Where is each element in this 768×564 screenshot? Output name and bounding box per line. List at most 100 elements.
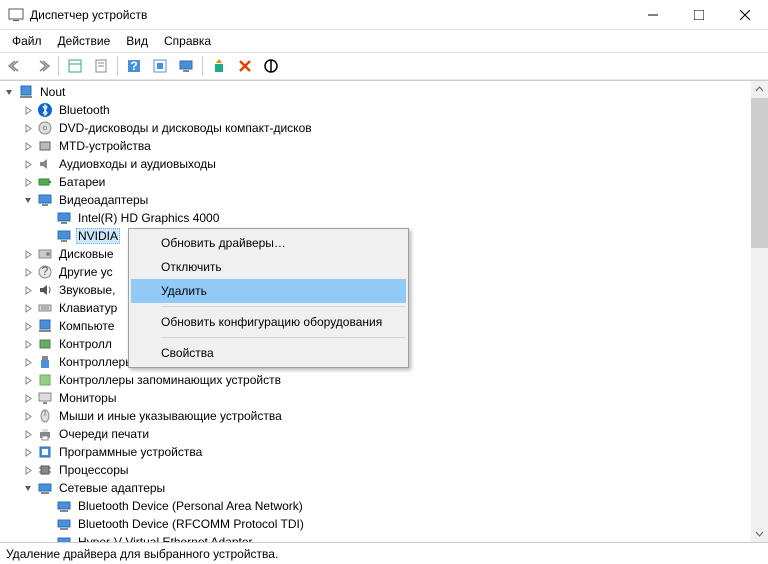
cpu-icon	[37, 462, 53, 478]
help-button[interactable]: ?	[122, 54, 146, 78]
menu-help[interactable]: Справка	[156, 32, 219, 50]
network-icon	[56, 498, 72, 514]
show-hide-tree-button[interactable]	[63, 54, 87, 78]
tree-item-label: Hyper-V Virtual Ethernet Adapter	[76, 535, 255, 542]
tree-item[interactable]: Bluetooth Device (RFCOMM Protocol TDI)	[0, 515, 768, 533]
expand-icon[interactable]	[4, 87, 15, 98]
status-text: Удаление драйвера для выбранного устройс…	[6, 547, 278, 561]
storage-icon	[37, 372, 53, 388]
ctx-properties[interactable]: Свойства	[131, 341, 406, 365]
controller-icon	[37, 336, 53, 352]
tree-item[interactable]: Intel(R) HD Graphics 4000	[0, 209, 768, 227]
menu-action[interactable]: Действие	[50, 32, 119, 50]
close-button[interactable]	[722, 0, 768, 30]
tree-item-label: Сетевые адаптеры	[57, 481, 167, 495]
scroll-thumb[interactable]	[751, 98, 768, 248]
tree-item-label: Аудиовходы и аудиовыходы	[57, 157, 218, 171]
tree-item-label: Контролл	[57, 337, 114, 351]
tree-item[interactable]: Bluetooth	[0, 101, 768, 119]
tree-item[interactable]: Аудиовходы и аудиовыходы	[0, 155, 768, 173]
expand-icon[interactable]	[23, 393, 34, 404]
tree-item-label: Видеоадаптеры	[57, 193, 150, 207]
back-button[interactable]	[4, 54, 28, 78]
minimize-button[interactable]	[630, 0, 676, 30]
ctx-refresh-config[interactable]: Обновить конфигурацию оборудования	[131, 310, 406, 334]
tree-item-label: Bluetooth Device (RFCOMM Protocol TDI)	[76, 517, 306, 531]
tree-item-label: Дисковые	[57, 247, 116, 261]
tree-item[interactable]: Bluetooth Device (Personal Area Network)	[0, 497, 768, 515]
expand-icon[interactable]	[23, 429, 34, 440]
tree-item-label: Процессоры	[57, 463, 131, 477]
scroll-up-button[interactable]	[751, 81, 768, 98]
expand-icon[interactable]	[23, 447, 34, 458]
tree-item[interactable]: Процессоры	[0, 461, 768, 479]
expand-icon[interactable]	[23, 375, 34, 386]
menu-file[interactable]: Файл	[4, 32, 50, 50]
expand-icon[interactable]	[23, 249, 34, 260]
printer-icon	[37, 426, 53, 442]
tree-item[interactable]: DVD-дисководы и дисководы компакт-дисков	[0, 119, 768, 137]
statusbar: Удаление драйвера для выбранного устройс…	[0, 542, 768, 564]
tree-item[interactable]: Видеоадаптеры	[0, 191, 768, 209]
tree-item-label: DVD-дисководы и дисководы компакт-дисков	[57, 121, 314, 135]
tree-item-label: Компьюте	[57, 319, 116, 333]
tree-item-label: Nout	[38, 85, 67, 99]
expand-icon[interactable]	[23, 483, 34, 494]
tree-item[interactable]: MTD-устройства	[0, 137, 768, 155]
scrollbar[interactable]	[751, 81, 768, 542]
update-driver-button[interactable]	[207, 54, 231, 78]
forward-button[interactable]	[30, 54, 54, 78]
properties-button[interactable]	[89, 54, 113, 78]
tree-item[interactable]: Мониторы	[0, 389, 768, 407]
display-icon	[56, 228, 72, 244]
tree-item[interactable]: Батареи	[0, 173, 768, 191]
expand-icon[interactable]	[23, 357, 34, 368]
tree-item[interactable]: Контроллеры запоминающих устройств	[0, 371, 768, 389]
expand-icon[interactable]	[23, 285, 34, 296]
expand-icon[interactable]	[23, 321, 34, 332]
expand-icon[interactable]	[23, 105, 34, 116]
sound-icon	[37, 282, 53, 298]
software-icon	[37, 444, 53, 460]
ctx-delete[interactable]: Удалить	[131, 279, 406, 303]
mtd-icon	[37, 138, 53, 154]
uninstall-button[interactable]	[233, 54, 257, 78]
tree-item-label: Мониторы	[57, 391, 118, 405]
app-icon	[8, 7, 24, 23]
scroll-down-button[interactable]	[751, 525, 768, 542]
context-menu: Обновить драйверы… Отключить Удалить Обн…	[128, 228, 409, 368]
expand-icon[interactable]	[23, 465, 34, 476]
expand-icon[interactable]	[23, 159, 34, 170]
computer-icon	[18, 84, 34, 100]
tree-item-label: NVIDIA	[76, 228, 120, 244]
scan-hardware-button[interactable]	[148, 54, 172, 78]
expand-icon[interactable]	[23, 339, 34, 350]
toolbar: ?	[0, 52, 768, 80]
tree-item[interactable]: Мыши и иные указывающие устройства	[0, 407, 768, 425]
tree-item-label: Звуковые,	[57, 283, 117, 297]
tree-item-label: Очереди печати	[57, 427, 151, 441]
network-icon	[56, 534, 72, 542]
expand-icon[interactable]	[23, 303, 34, 314]
expand-icon[interactable]	[23, 411, 34, 422]
expand-icon[interactable]	[23, 267, 34, 278]
expand-icon[interactable]	[23, 141, 34, 152]
tree-item[interactable]: Очереди печати	[0, 425, 768, 443]
tree-root[interactable]: Nout	[0, 83, 768, 101]
display-button[interactable]	[174, 54, 198, 78]
ctx-disable[interactable]: Отключить	[131, 255, 406, 279]
tree-item[interactable]: Hyper-V Virtual Ethernet Adapter	[0, 533, 768, 542]
expand-icon[interactable]	[23, 177, 34, 188]
tree-item[interactable]: Программные устройства	[0, 443, 768, 461]
tree-item-label: Bluetooth Device (Personal Area Network)	[76, 499, 305, 513]
expand-icon[interactable]	[23, 195, 34, 206]
tree-item[interactable]: Сетевые адаптеры	[0, 479, 768, 497]
expand-icon[interactable]	[23, 123, 34, 134]
network-icon	[56, 516, 72, 532]
network-icon	[37, 480, 53, 496]
ctx-update-drivers[interactable]: Обновить драйверы…	[131, 231, 406, 255]
maximize-button[interactable]	[676, 0, 722, 30]
ctx-separator	[161, 337, 405, 338]
menu-view[interactable]: Вид	[118, 32, 156, 50]
disable-button[interactable]	[259, 54, 283, 78]
